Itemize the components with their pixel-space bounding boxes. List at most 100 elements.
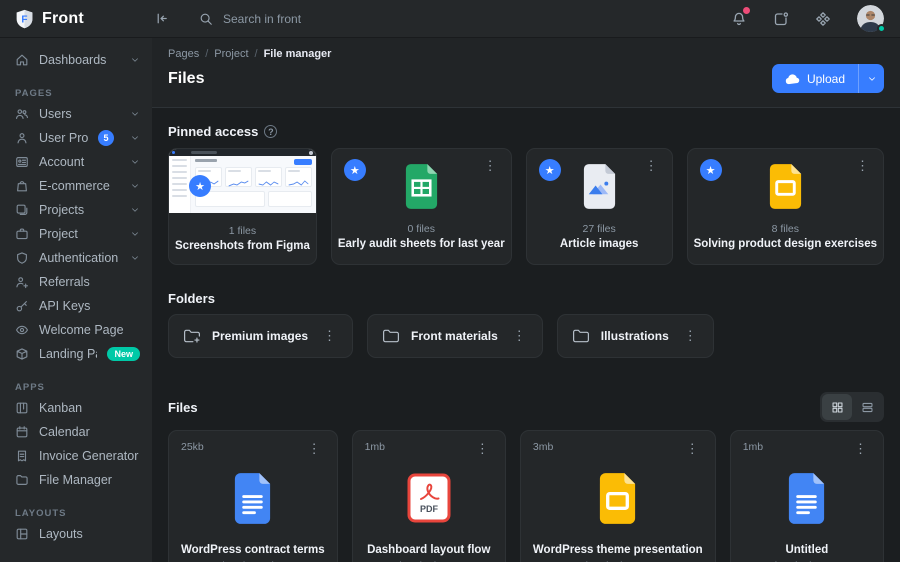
sidebar-collapse-icon[interactable] [154,11,169,26]
file-card-wordpress-contract-terms[interactable]: 25kb ⋮ WordPress contract terms Updated … [168,430,338,562]
sidebar-item-layouts[interactable]: Layouts [0,522,152,546]
folders-heading: Folders [168,291,215,306]
file-size: 1mb [364,441,386,453]
kebab-menu-icon[interactable]: ⋮ [682,441,703,457]
chevron-down-icon [132,184,138,188]
file-card-untitled[interactable]: 1mb ⋮ Untitled Updated 5 hours ago [729,430,884,562]
sidebar-item-dashboards[interactable]: Dashboards [0,48,152,72]
sidebar-item-landing-page[interactable]: Landing Page New [0,342,152,366]
pinned-star-badge[interactable]: ★ [343,159,366,181]
search-input[interactable] [223,11,443,26]
sidebar-item-invoice-generator[interactable]: Invoice Generator [0,444,152,468]
pinned-card-solving-product-design[interactable]: ★ ⋮ 8 files Solving product design exerc… [686,148,884,265]
kebab-menu-icon[interactable]: ⋮ [641,157,662,174]
sidebar-item-welcome-page[interactable]: Welcome Page [0,318,152,342]
sidebar-item-label: Layouts [39,527,83,541]
receipt-icon [14,449,29,463]
chevron-down-icon [132,136,138,140]
pinned-card-title: Early audit sheets for last year [337,238,505,250]
files-heading: Files [168,399,198,415]
pinned-card-screenshots-from-figma[interactable]: ★ 1 files Screenshots from Figma [168,148,317,265]
upload-dropdown-toggle[interactable] [858,64,884,93]
sidebar-item-project[interactable]: Project [0,222,152,246]
browse-apps-icon[interactable] [773,11,789,27]
brand-logo[interactable]: F Front [0,8,152,30]
folder-card-front-materials[interactable]: Front materials ⋮ [367,314,543,358]
list-view-button[interactable] [852,394,882,420]
package-icon [14,347,29,361]
sidebar-item-label: Project [39,227,78,241]
folders-section: Folders Premium images ⋮ Front materials… [168,291,884,358]
kebab-menu-icon[interactable]: ⋮ [319,326,340,346]
online-status-dot [877,24,886,33]
kebab-menu-icon[interactable]: ⋮ [850,441,871,457]
pinned-star-badge[interactable]: ★ [699,159,722,181]
folder-card-premium-images[interactable]: Premium images ⋮ [168,314,354,358]
view-toggle [820,392,884,422]
search-icon [199,12,213,26]
grid-view-button[interactable] [822,394,852,420]
files-count: 0 files [407,223,435,235]
help-icon[interactable]: ? [264,125,278,138]
sidebar-item-calendar[interactable]: Calendar [0,420,152,444]
pinned-star-badge[interactable]: ★ [538,159,561,181]
copy-icon [14,203,29,217]
pinned-card-article-images[interactable]: ★ ⋮ 27 files Article images [525,148,673,265]
files-section: Files 25kb ⋮ WordPress contract terms 1m… [168,392,884,562]
sidebar-item-user-profile[interactable]: User Profile 5 [0,126,152,150]
file-card-wordpress-theme-presentation[interactable]: 3mb ⋮ WordPress theme presentation Updat… [519,430,716,562]
kebab-menu-icon[interactable]: ⋮ [304,441,325,457]
breadcrumb-current: File manager [263,48,332,60]
file-size: 1mb [742,441,764,453]
kebab-menu-icon[interactable]: ⋮ [472,441,493,457]
chevron-down-icon [132,256,138,260]
sidebar-item-users[interactable]: Users [0,102,152,126]
folder-card-illustrations[interactable]: Illustrations ⋮ [556,314,714,358]
folder-icon [382,328,400,344]
sidebar-item-ecommerce[interactable]: E-commerce [0,174,152,198]
breadcrumb-project[interactable]: Project [214,48,248,60]
shield-icon [14,251,29,265]
sidebar-item-account[interactable]: Account [0,150,152,174]
sidebar-item-label: Dashboards [39,53,107,67]
sidebar-item-label: Landing Page [39,347,97,361]
sidebar-item-api-keys[interactable]: API Keys [0,294,152,318]
sidebar-item-authentication[interactable]: Authentication [0,246,152,270]
sidebar-item-projects[interactable]: Projects [0,198,152,222]
user-profile-count-badge: 5 [98,130,114,146]
kebab-menu-icon[interactable]: ⋮ [680,326,701,346]
sidebar-section-pages: PAGES [15,87,53,99]
user-avatar[interactable] [857,5,886,33]
topbar-actions [731,5,900,33]
sidebar-item-kanban[interactable]: Kanban [0,396,152,420]
sidebar-item-label: Kanban [39,401,83,415]
home-icon [14,53,29,67]
kebab-menu-icon[interactable]: ⋮ [509,326,530,346]
main-content: Pages / Project / File manager Files Upl… [152,38,900,562]
google-slides-icon [769,164,801,209]
google-slides-icon [600,472,636,524]
upload-button[interactable]: Upload [771,64,884,93]
kebab-menu-icon[interactable]: ⋮ [480,157,501,174]
page-header: Pages / Project / File manager Files Upl… [152,38,900,108]
notifications-bell-icon[interactable] [731,6,750,27]
briefcase-icon [14,227,29,241]
file-card-dashboard-layout-flow[interactable]: 1mb ⋮ PDF Dashboard layout flow Updated … [351,430,506,562]
folder-name: Premium images [212,329,309,343]
brand-name: Front [42,9,84,27]
kebab-menu-icon[interactable]: ⋮ [852,157,873,174]
sidebar-item-referrals[interactable]: Referrals [0,270,152,294]
file-title: WordPress theme presentation [532,544,703,556]
sidebar-item-file-manager[interactable]: File Manager [0,468,152,492]
layout-icon [14,527,29,541]
sidebar-item-label: Invoice Generator [39,449,139,463]
pinned-card-early-audit-sheets[interactable]: ★ ⋮ 0 files Early audit sheets for last … [330,148,512,265]
chevron-down-icon [132,112,138,116]
calendar-icon [14,425,29,439]
breadcrumb-pages[interactable]: Pages [168,48,199,60]
google-docs-icon [235,472,271,524]
global-search[interactable] [199,11,731,26]
pinned-star-badge[interactable]: ★ [189,175,211,197]
apps-launcher-icon[interactable] [815,11,831,27]
pinned-card-title: Article images [559,238,639,250]
